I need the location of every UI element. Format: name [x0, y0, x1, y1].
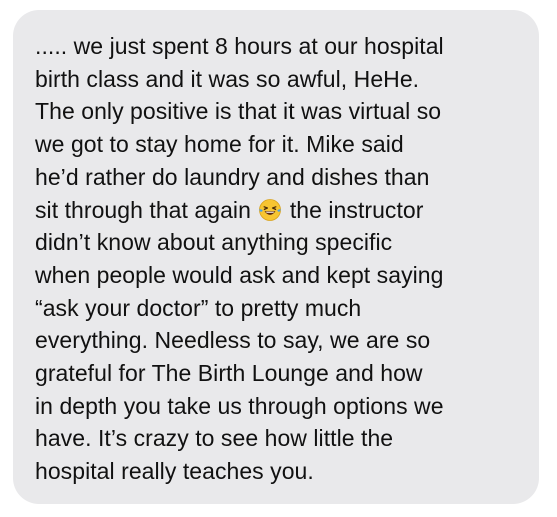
message-line: have. It’s crazy to see how little the: [35, 425, 394, 452]
message-line: birth class and it was so awful, HeHe.: [35, 65, 420, 92]
message-line: he’d rather do laundry and dishes than: [35, 163, 430, 190]
message-line: everything. Needless to say, we are so: [35, 327, 431, 354]
message-line-with-emoji: sit through that again the instructor: [35, 194, 527, 227]
message-line: ..... we just spent 8 hours at our hospi…: [35, 33, 444, 59]
message-line: didn’t know about anything specific: [35, 229, 393, 256]
message-line: in depth you take us through options we: [35, 392, 444, 419]
message-line: “ask your doctor” to pretty much: [35, 294, 362, 321]
message-text-fragment: sit through that again: [35, 196, 251, 223]
message-line: hospital really teaches you.: [35, 458, 314, 485]
message-bubble[interactable]: ..... we just spent 8 hours at our hospi…: [13, 10, 539, 504]
message-line: when people would ask and kept saying: [35, 261, 444, 288]
laughing-with-tears-emoji-icon: [259, 198, 282, 221]
message-line: grateful for The Birth Lounge and how: [35, 360, 423, 387]
message-line: we got to stay home for it. Mike said: [35, 131, 404, 158]
message-text-fragment: the instructor: [289, 196, 424, 223]
message-line: The only positive is that it was virtual…: [35, 98, 442, 125]
